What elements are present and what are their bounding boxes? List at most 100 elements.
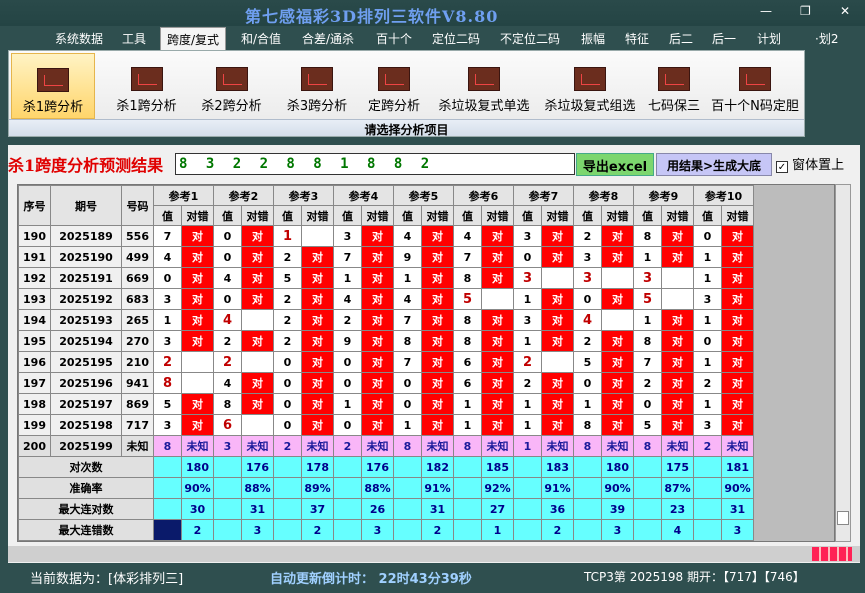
header-ref: 参考2 — [213, 185, 274, 206]
menu-item-3[interactable]: 和/合值 — [241, 30, 281, 47]
ribbon-button-7[interactable]: 七码保三 — [641, 53, 707, 119]
ribbon-button-6[interactable]: 杀垃圾复式组选 — [539, 53, 641, 119]
menu-item-2[interactable]: 跨度/复式 — [160, 27, 227, 50]
row-judge: 对 — [481, 351, 514, 373]
chart-icon — [739, 67, 771, 91]
scroll-thumb[interactable] — [837, 511, 849, 525]
menu-item-12[interactable]: 计划 — [757, 30, 781, 47]
stats-label: 最大连对数 — [18, 498, 154, 520]
row-judge: 对 — [541, 309, 574, 331]
menu-item-13[interactable]: ·划2 — [815, 30, 838, 47]
ribbon-button-1[interactable]: 杀1跨分析 — [104, 53, 189, 119]
pending-row[interactable]: 200 2025199 未知 8 未知 3 未知 2 未知 2 未知 8 未知 8 未知 1 未知 8 未知 8 未知 2… — [18, 435, 754, 457]
pending-value: 2 — [333, 435, 362, 457]
chart-icon — [468, 67, 500, 91]
row-num: 869 — [121, 393, 154, 415]
row-value: 4 — [213, 267, 242, 289]
row-judge: 对 — [481, 330, 514, 352]
stats-spacer — [273, 477, 302, 499]
row-value: 8 — [453, 267, 482, 289]
menu-item-9[interactable]: 特征 — [625, 30, 649, 47]
checkbox-icon[interactable]: ✓ — [776, 161, 788, 173]
stats-spacer — [273, 519, 302, 541]
stats-value: 180 — [181, 456, 214, 478]
stats-spacer — [153, 498, 182, 520]
menu-item-5[interactable]: 百十个 — [376, 30, 412, 47]
close-button[interactable]: ✕ — [840, 4, 850, 18]
row-judge: 对 — [181, 309, 214, 331]
table-row[interactable]: 190 2025189 556 7 对 0 对 1 3 对 4 对 4 对 3 对 2 对 8 对 0 对 — [18, 225, 754, 247]
ribbon-button-0[interactable]: 杀1跨分析 — [11, 53, 95, 119]
chart-icon — [37, 68, 69, 92]
ontop-checkbox[interactable]: ✓ 窗体置上 — [776, 154, 844, 173]
horizontal-scrollbar[interactable] — [8, 546, 860, 562]
table-row[interactable]: 193 2025192 683 3 对 0 对 2 对 4 对 4 对 5 1 对 0 对 5 3 对 — [18, 288, 754, 310]
row-judge: 对 — [361, 351, 394, 373]
minimize-button[interactable]: — — [760, 4, 772, 18]
menu-item-6[interactable]: 定位二码 — [432, 30, 480, 47]
row-judge: 对 — [721, 225, 754, 247]
stats-value: 87% — [661, 477, 694, 499]
row-value: 0 — [273, 393, 302, 415]
row-value: 8 — [393, 330, 422, 352]
result-field[interactable]: 8 3 2 2 8 8 1 8 8 2 — [175, 153, 575, 175]
table-row[interactable]: 191 2025190 499 4 对 0 对 2 对 7 对 9 对 7 对 0 对 3 对 1 对 1 对 — [18, 246, 754, 268]
header-value: 值 — [633, 205, 662, 226]
export-excel-button[interactable]: 导出excel — [576, 153, 654, 176]
row-judge — [661, 288, 694, 310]
ribbon-panel: 杀1跨分析 杀1跨分析 杀2跨分析 杀3跨分析 定跨分析 杀垃圾复式单选 杀垃圾复式组选 七码… — [8, 50, 805, 137]
header-value: 值 — [693, 205, 722, 226]
row-value: 0 — [573, 372, 602, 394]
row-issue: 2025198 — [50, 414, 122, 436]
row-judge: 对 — [301, 309, 334, 331]
menu-item-0[interactable]: 系统数据 — [55, 30, 103, 47]
stats-spacer — [393, 498, 422, 520]
stats-value: 26 — [361, 498, 394, 520]
header-judge: 对错 — [181, 205, 214, 226]
row-judge: 对 — [661, 246, 694, 268]
row-judge: 对 — [361, 330, 394, 352]
menu-item-7[interactable]: 不定位二码 — [500, 30, 560, 47]
menu-item-10[interactable]: 后二 — [669, 30, 693, 47]
header-ref: 参考8 — [573, 185, 634, 206]
row-value: 7 — [393, 351, 422, 373]
stats-spacer — [573, 498, 602, 520]
ribbon-button-5[interactable]: 杀垃圾复式单选 — [429, 53, 539, 119]
vertical-scrollbar[interactable] — [835, 184, 851, 542]
table-row[interactable]: 195 2025194 270 3 对 2 对 2 对 9 对 8 对 8 对 1 对 2 对 8 对 0 对 — [18, 330, 754, 352]
stats-value: 178 — [301, 456, 334, 478]
menu-item-8[interactable]: 振幅 — [581, 30, 605, 47]
stats-spacer — [153, 477, 182, 499]
chart-icon — [378, 67, 410, 91]
ribbon-button-3[interactable]: 杀3跨分析 — [275, 53, 359, 119]
ribbon-button-2[interactable]: 杀2跨分析 — [189, 53, 274, 119]
countdown-label: 自动更新倒计时： 22时43分39秒 — [270, 572, 472, 587]
stats-value: 39 — [601, 498, 634, 520]
row-judge: 对 — [241, 246, 274, 268]
stats-value: 30 — [181, 498, 214, 520]
table-row[interactable]: 192 2025191 669 0 对 4 对 5 对 1 对 1 对 8 对 3 3 3 1 对 — [18, 267, 754, 289]
table-row[interactable]: 198 2025197 869 5 对 8 对 0 对 1 对 0 对 1 对 1 对 1 对 0 对 1 对 — [18, 393, 754, 415]
ribbon-button-8[interactable]: 百十个N码定胆 — [707, 53, 803, 119]
ribbon-button-4[interactable]: 定跨分析 — [359, 53, 429, 119]
row-num: 210 — [121, 351, 154, 373]
stats-value: 176 — [241, 456, 274, 478]
generate-base-button[interactable]: 用结果>生成大底 — [656, 153, 772, 176]
stats-spacer — [693, 498, 722, 520]
row-value: 1 — [693, 246, 722, 268]
table-row[interactable]: 199 2025198 717 3 对 6 0 对 0 对 1 对 1 对 1 对 8 对 5 对 3 对 — [18, 414, 754, 436]
stats-value: 88% — [361, 477, 394, 499]
stats-spacer — [393, 519, 422, 541]
restore-button[interactable]: ❐ — [800, 4, 811, 18]
table-row[interactable]: 197 2025196 941 8 4 对 0 对 0 对 0 对 6 对 2 对 0 对 2 对 2 对 — [18, 372, 754, 394]
table-row[interactable]: 194 2025193 265 1 对 4 2 对 2 对 7 对 8 对 3 对 4 1 对 1 对 — [18, 309, 754, 331]
pending-value: 1 — [513, 435, 542, 457]
stats-value: 88% — [241, 477, 274, 499]
stats-value: 92% — [481, 477, 514, 499]
menu-item-11[interactable]: 后一 — [712, 30, 736, 47]
draw-info-label: TCP3第 2025198 期开：【717】【746】 — [584, 570, 805, 584]
table-row[interactable]: 196 2025195 210 2 2 0 对 0 对 7 对 6 对 2 5 对 7 对 1 对 — [18, 351, 754, 373]
menu-item-1[interactable]: 工具 — [122, 30, 146, 47]
row-judge: 对 — [721, 288, 754, 310]
menu-item-4[interactable]: 合差/通杀 — [302, 30, 354, 47]
